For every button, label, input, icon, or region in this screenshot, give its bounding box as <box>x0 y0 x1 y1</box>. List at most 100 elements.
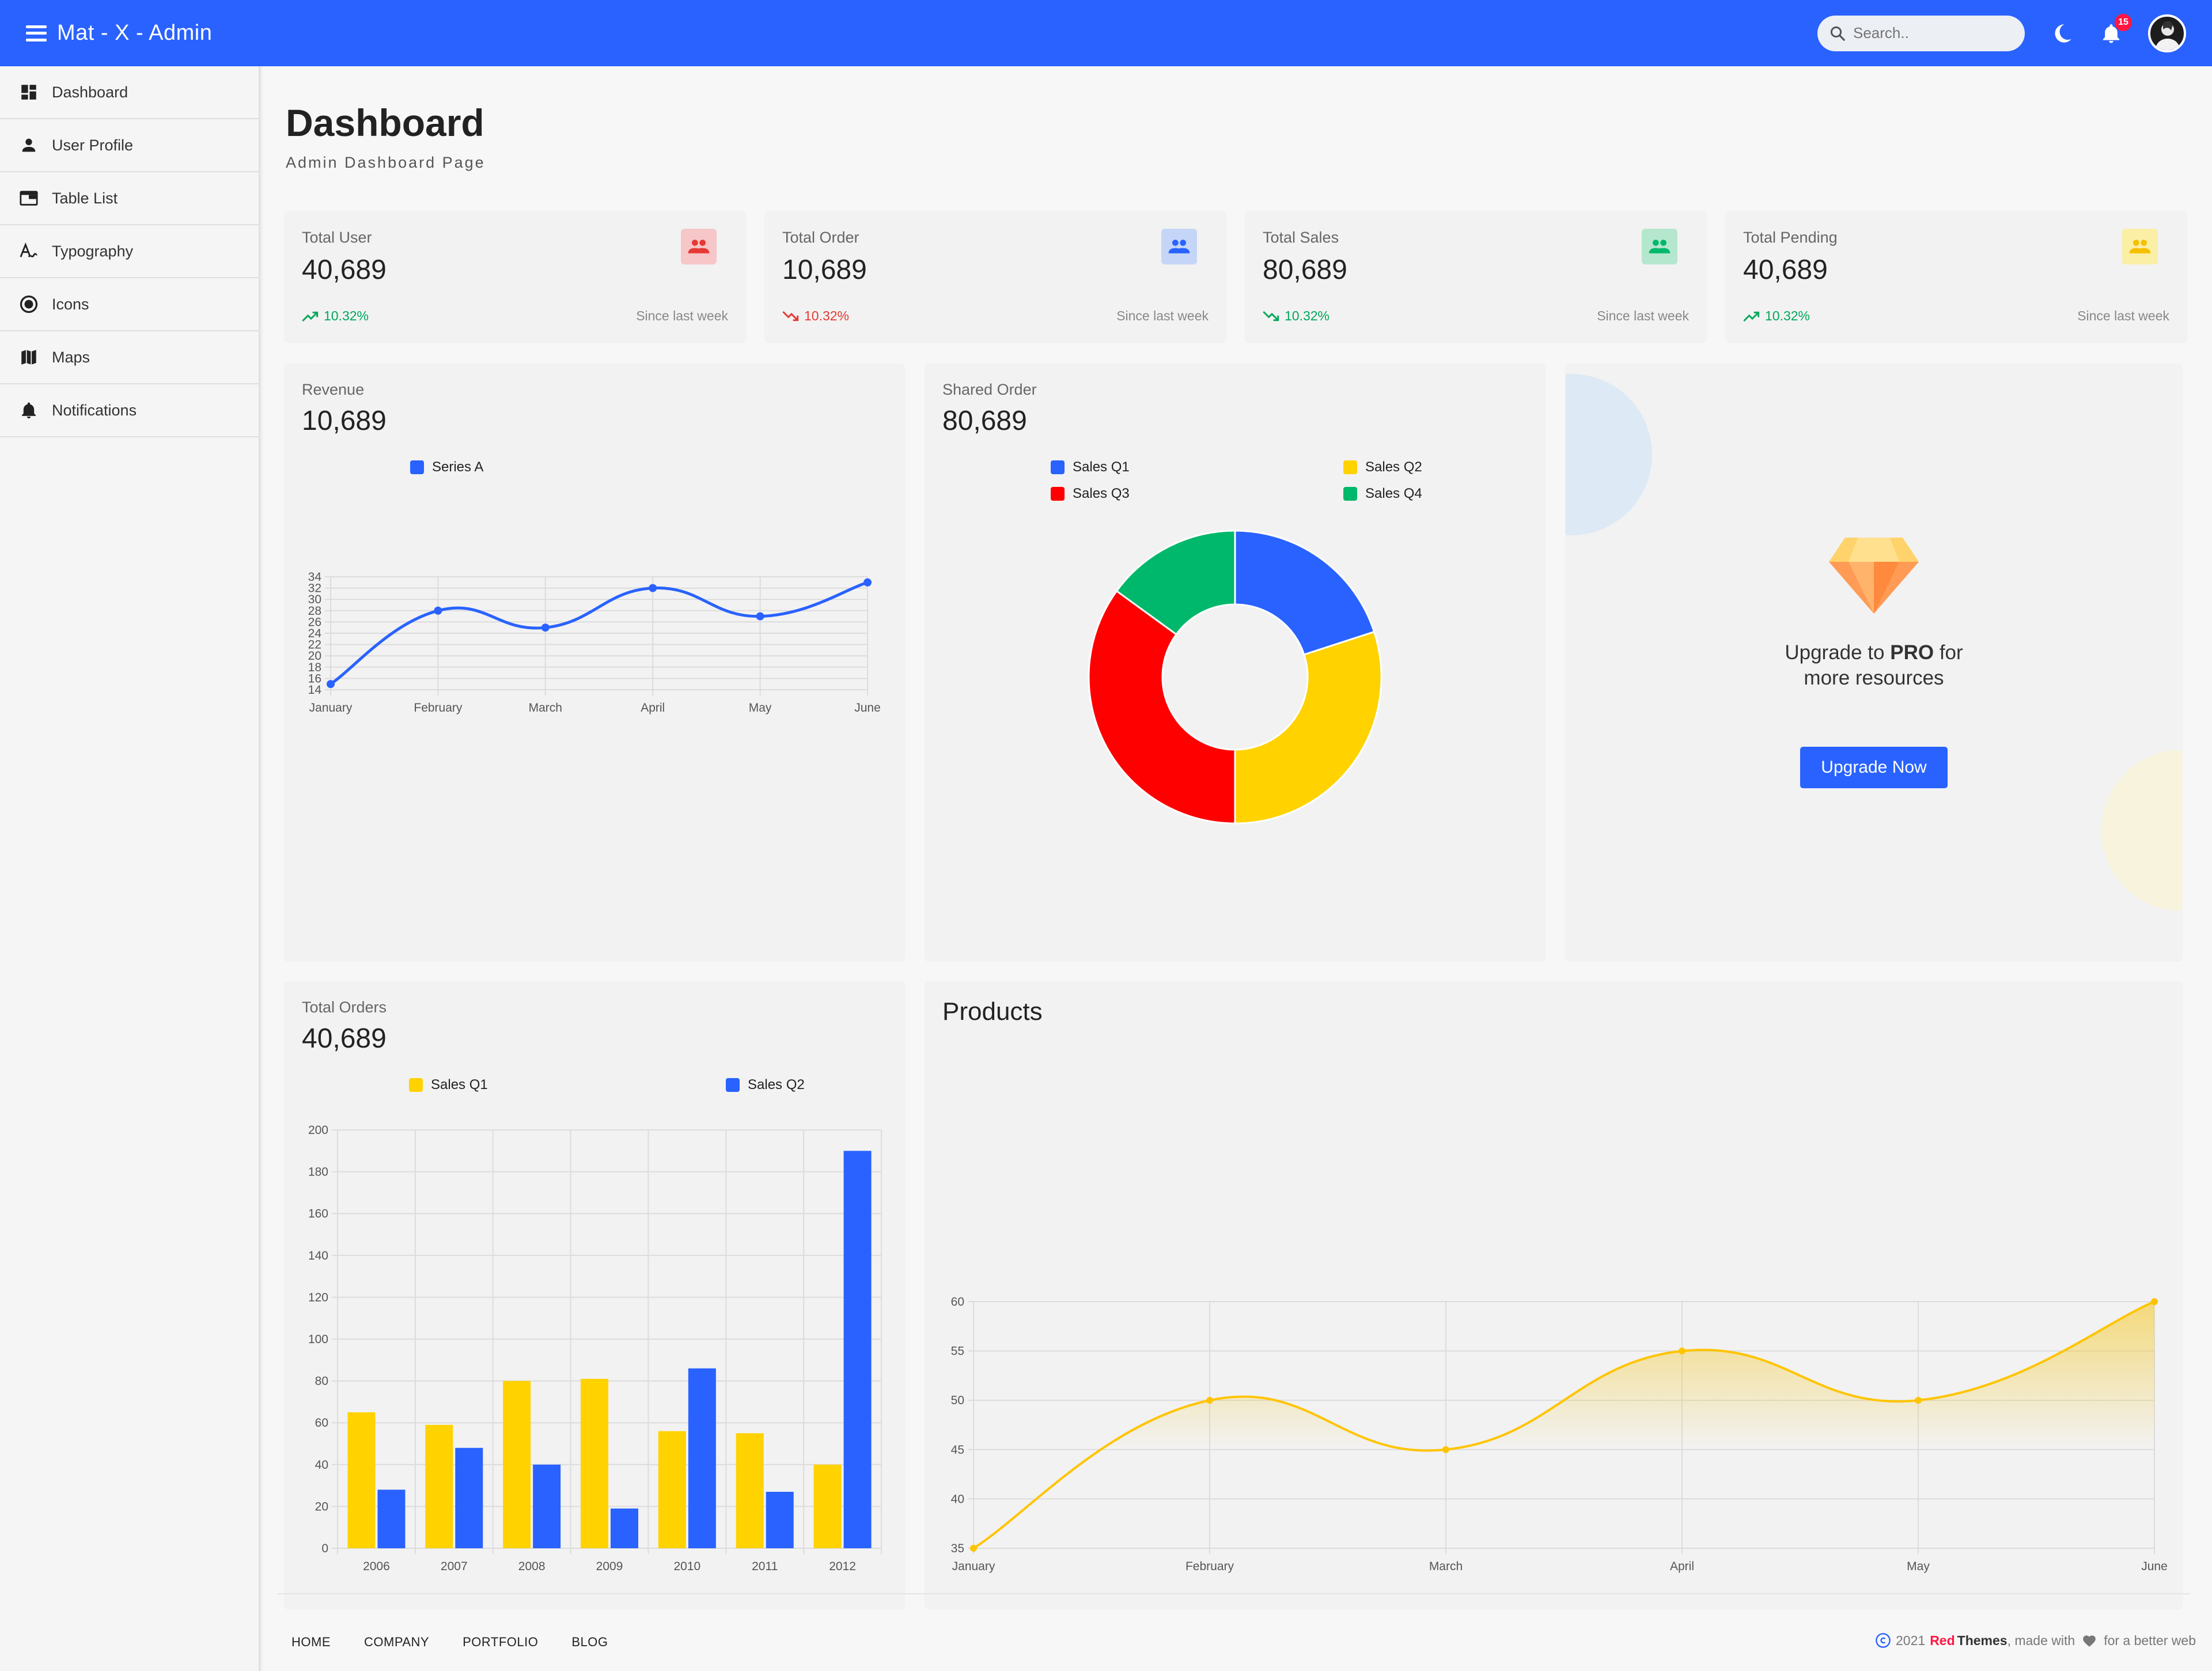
sidebar-item-label: Typography <box>52 242 134 260</box>
y-tick-label: 50 <box>951 1394 964 1407</box>
stat-label: Total Order <box>782 229 859 246</box>
sidebar-item-notifications[interactable]: Notifications <box>0 384 259 437</box>
data-point <box>1679 1347 1685 1355</box>
footer-link-company[interactable]: COMPANY <box>364 1635 429 1650</box>
sidebar-item-table-list[interactable]: Table List <box>0 172 259 225</box>
typography-icon <box>17 240 40 263</box>
bar-sales-q2-2011 <box>766 1491 794 1548</box>
upgrade-line-1: Upgrade to PRO for <box>1785 641 1963 664</box>
app-title: Mat - X - Admin <box>57 21 213 45</box>
stat-trend: 10.32% <box>782 308 849 324</box>
x-tick-label: 2010 <box>673 1560 700 1573</box>
x-tick-label: February <box>1185 1560 1234 1573</box>
sidebar-item-user-profile[interactable]: User Profile <box>0 119 259 172</box>
y-tick-label: 45 <box>951 1443 964 1457</box>
shared-order-card: Shared Order 80,689 Sales Q1 Sales Q2 Sa… <box>925 364 1545 961</box>
radio-icon <box>17 293 40 316</box>
y-tick-label: 18 <box>308 661 321 674</box>
sidebar-item-label: Table List <box>52 189 118 207</box>
y-tick-label: 30 <box>308 593 321 606</box>
y-tick-label: 0 <box>321 1542 328 1555</box>
dashboard-icon <box>17 81 40 104</box>
upgrade-now-button[interactable]: Upgrade Now <box>1800 747 1948 788</box>
stat-trend: 10.32% <box>1743 308 1810 324</box>
y-tick-label: 160 <box>308 1207 328 1220</box>
copyright-icon <box>1876 1633 1891 1648</box>
x-tick-label: May <box>1907 1560 1930 1573</box>
revenue-line-chart: 1416182022242628303234 January February Mar… <box>308 570 881 714</box>
decor-circle-yellow <box>2101 750 2182 911</box>
data-point <box>1206 1397 1213 1404</box>
x-tick-label: 2011 <box>752 1560 778 1573</box>
trending-up-icon <box>1743 311 1760 322</box>
sidebar-item-maps[interactable]: Maps <box>0 331 259 384</box>
stat-value: 40,689 <box>1743 255 1828 285</box>
stat-trend: 10.32% <box>1263 308 1330 324</box>
decor-circle-blue <box>1566 374 1652 535</box>
y-tick-label: 14 <box>308 683 322 697</box>
revenue-card: Revenue 10,689 Series A 14 16 18 20 22 24 26 28… <box>285 364 904 961</box>
x-tick-label: 2006 <box>363 1560 390 1573</box>
sidebar-item-typography[interactable]: Typography <box>0 225 259 278</box>
theme-toggle-button[interactable] <box>2050 21 2074 46</box>
footer-tagline: for a better web <box>2104 1632 2196 1648</box>
y-tick-label: 40 <box>315 1458 328 1472</box>
bar-sales-q1-2009 <box>581 1378 608 1548</box>
x-tick-label: January <box>309 701 353 714</box>
footer-brand-red[interactable]: Red <box>1930 1633 1955 1649</box>
footer-link-portfolio[interactable]: PORTFOLIO <box>463 1635 538 1650</box>
y-tick-label: 34 <box>308 570 322 584</box>
footer-made-with: , made with <box>2007 1632 2075 1648</box>
footer-link-blog[interactable]: BLOG <box>571 1635 608 1650</box>
y-tick-label: 20 <box>315 1500 328 1513</box>
products-area-fill <box>974 1302 2154 1548</box>
y-tick-label: 100 <box>308 1333 328 1346</box>
sidebar-item-label: Notifications <box>52 401 137 419</box>
bar-sales-q1-2007 <box>425 1424 453 1548</box>
x-tick-label: March <box>529 701 562 714</box>
x-tick-label: February <box>414 701 463 714</box>
sidebar-item-label: Maps <box>52 348 90 366</box>
trending-up-icon <box>302 311 319 322</box>
footer-links: HOME COMPANY PORTFOLIO BLOG <box>291 1635 641 1650</box>
notifications-button[interactable]: 15 <box>2100 13 2132 45</box>
moon-icon <box>2055 24 2071 43</box>
stat-since: Since last week <box>636 308 728 323</box>
bar-sales-q2-2006 <box>377 1489 406 1548</box>
people-icon <box>681 229 717 264</box>
y-tick-label: 40 <box>951 1492 964 1506</box>
data-point <box>2151 1298 2158 1305</box>
search-box[interactable] <box>1817 15 2025 51</box>
footer-brand-dark[interactable]: Themes <box>1957 1633 2008 1649</box>
footer-year: 2021 <box>1896 1632 1926 1648</box>
bar-sales-q2-2007 <box>455 1447 483 1548</box>
stat-label: Total Pending <box>1743 229 1838 246</box>
bar-sales-q1-2011 <box>736 1433 764 1548</box>
search-input[interactable] <box>1853 24 2003 42</box>
sidebar: Dashboard User Profile Table List Typogr… <box>0 66 260 1671</box>
stat-label: Total Sales <box>1263 229 1339 246</box>
sidebar-item-icons[interactable]: Icons <box>0 278 259 331</box>
x-tick-label: 2008 <box>518 1560 546 1573</box>
x-tick-label: 2009 <box>596 1560 623 1573</box>
menu-icon[interactable] <box>26 25 47 41</box>
footer-link-home[interactable]: HOME <box>291 1635 331 1650</box>
data-point <box>541 623 550 632</box>
stat-card-total-sales: Total Sales 80,689 10.32% Since last wee… <box>1245 211 1706 342</box>
map-icon <box>17 346 40 369</box>
doughnut-slice-sales-q1 <box>1234 530 1376 656</box>
people-icon <box>2122 229 2158 264</box>
x-tick-label: January <box>952 1560 995 1573</box>
diamond-icon <box>1829 538 1919 614</box>
y-tick-label: 26 <box>308 615 321 629</box>
data-point <box>327 680 335 689</box>
bar-sales-q2-2008 <box>533 1464 561 1548</box>
bar-sales-q1-2008 <box>503 1381 531 1548</box>
x-tick-label: March <box>1429 1560 1463 1573</box>
sidebar-item-label: Icons <box>52 295 89 313</box>
products-area-chart: 35 40 45 50 55 60 January February March April May… <box>951 1295 2168 1573</box>
sidebar-item-dashboard[interactable]: Dashboard <box>0 66 259 119</box>
y-tick-label: 24 <box>308 627 322 640</box>
stat-value: 80,689 <box>1263 255 1347 285</box>
avatar[interactable] <box>2148 14 2186 52</box>
